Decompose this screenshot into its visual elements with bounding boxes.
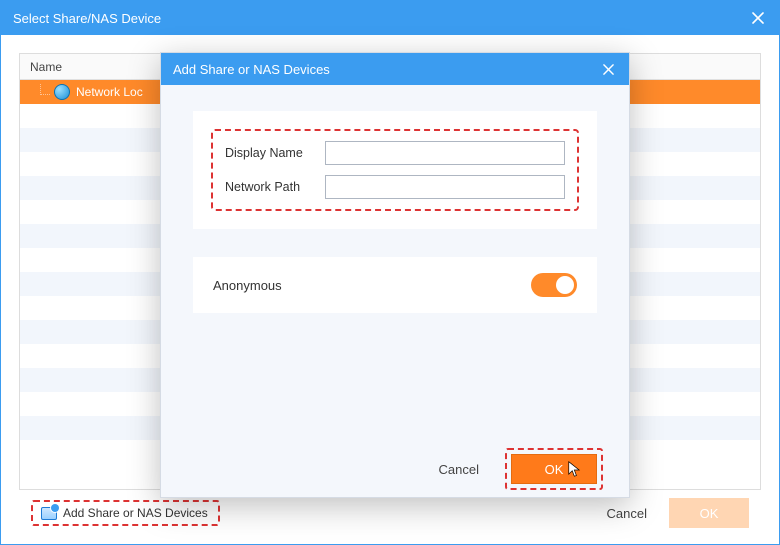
column-name: Name [30,60,62,74]
network-path-label: Network Path [225,180,315,194]
cursor-icon [568,461,582,479]
add-share-button[interactable]: Add Share or NAS Devices [35,503,214,523]
cancel-button[interactable]: Cancel [597,500,657,527]
add-share-highlight: Add Share or NAS Devices [31,500,220,526]
network-path-input[interactable] [325,175,565,199]
dialog-titlebar: Add Share or NAS Devices [161,53,629,85]
anonymous-toggle[interactable] [531,273,577,297]
close-icon[interactable] [749,9,767,27]
add-share-label: Add Share or NAS Devices [63,506,208,520]
row-label: Network Loc [76,85,143,99]
dialog-title: Add Share or NAS Devices [173,62,330,77]
close-icon[interactable] [599,60,617,78]
dialog-body: Display Name Network Path Anonymous [161,85,629,441]
ok-label: OK [545,462,564,477]
display-name-row: Display Name [225,141,565,165]
anonymous-label: Anonymous [213,278,282,293]
fields-panel: Display Name Network Path [193,111,597,229]
fields-highlight: Display Name Network Path [211,129,579,211]
dialog-footer: Cancel OK [161,441,629,497]
display-name-label: Display Name [225,146,315,160]
display-name-input[interactable] [325,141,565,165]
main-title: Select Share/NAS Device [13,11,161,26]
ok-button[interactable]: OK [669,498,749,528]
footer-buttons: Cancel OK [597,498,749,528]
add-share-icon [41,506,57,520]
main-titlebar: Select Share/NAS Device [1,1,779,35]
ok-button[interactable]: OK [511,454,597,484]
network-path-row: Network Path [225,175,565,199]
tree-indent [20,80,54,104]
add-share-dialog: Add Share or NAS Devices Display Name Ne… [160,52,630,498]
network-location-icon [54,84,70,100]
anonymous-panel: Anonymous [193,257,597,313]
ok-highlight: OK [505,448,603,490]
cancel-button[interactable]: Cancel [431,456,487,483]
toggle-knob [556,276,574,294]
